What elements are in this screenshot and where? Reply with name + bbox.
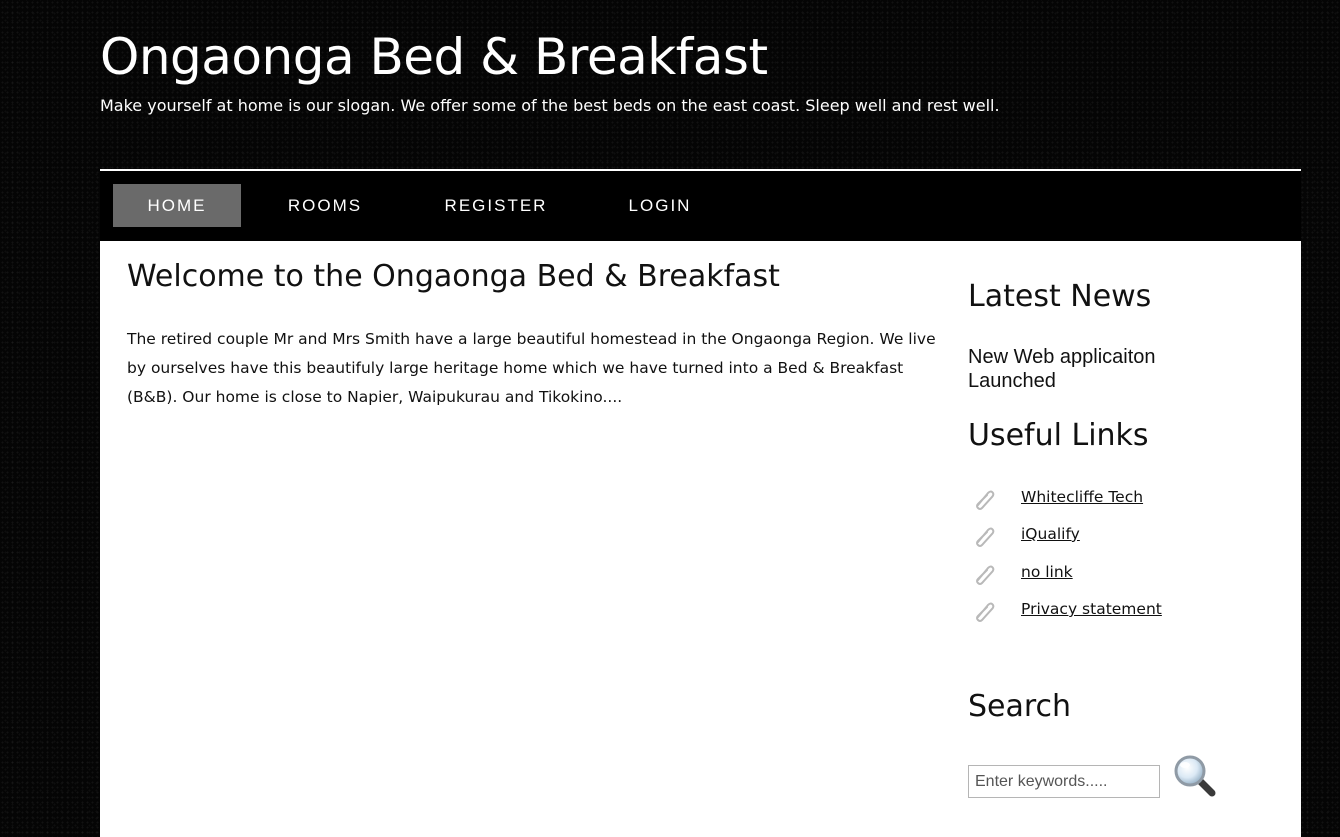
useful-link-privacy: Privacy statement: [970, 598, 1270, 624]
search-input[interactable]: [968, 765, 1160, 798]
site-title: Ongaonga Bed & Breakfast: [100, 28, 768, 86]
search-icon[interactable]: [1172, 753, 1218, 799]
useful-link-label[interactable]: iQualify: [1021, 525, 1080, 543]
site-slogan: Make yourself at home is our slogan. We …: [100, 96, 1000, 115]
main-menu: HOME ROOMS REGISTER LOGIN: [100, 171, 1301, 241]
latest-news-heading: Latest News: [968, 279, 1152, 314]
paperclip-icon: [976, 565, 995, 585]
paperclip-icon: [976, 490, 995, 510]
content-area: Welcome to the Ongaonga Bed & Breakfast …: [100, 241, 1301, 837]
useful-link-no-link: no link: [970, 561, 1270, 587]
paperclip-icon: [976, 527, 995, 547]
intro-text: The retired couple Mr and Mrs Smith have…: [127, 330, 936, 406]
search-heading: Search: [968, 689, 1072, 724]
menu-item-login[interactable]: LOGIN: [612, 184, 708, 227]
useful-link-label[interactable]: Whitecliffe Tech: [1021, 488, 1143, 506]
useful-links-heading: Useful Links: [968, 418, 1149, 453]
menu-item-home[interactable]: HOME: [113, 184, 241, 227]
useful-link-label[interactable]: Privacy statement: [1021, 600, 1162, 618]
useful-link-label[interactable]: no link: [1021, 563, 1073, 581]
menu-item-rooms[interactable]: ROOMS: [272, 184, 378, 227]
menu-item-register[interactable]: REGISTER: [429, 184, 563, 227]
useful-link-whitecliffe: Whitecliffe Tech: [970, 486, 1270, 512]
paperclip-icon: [976, 602, 995, 622]
news-item: New Web applicaiton Launched: [968, 346, 1156, 392]
page-heading: Welcome to the Ongaonga Bed & Breakfast: [127, 259, 780, 294]
useful-link-iqualify: iQualify: [970, 523, 1270, 549]
